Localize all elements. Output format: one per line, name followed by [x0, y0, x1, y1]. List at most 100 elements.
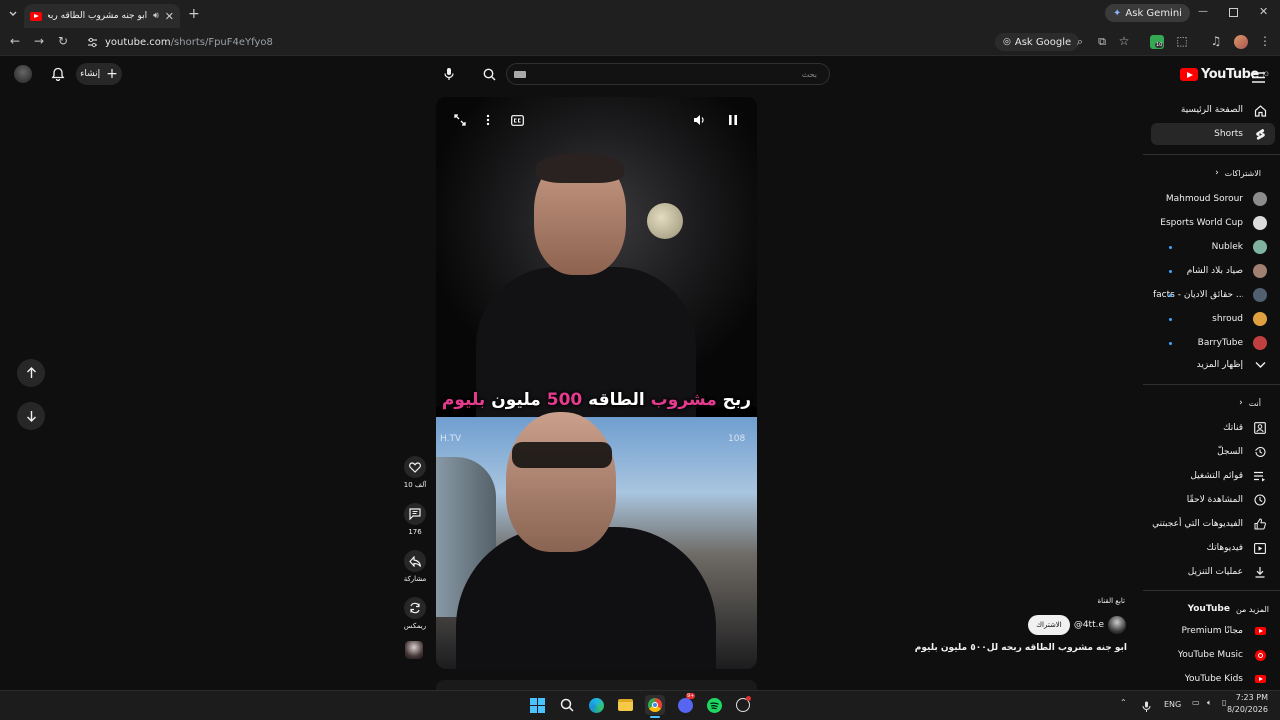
new-tab-icon[interactable]: +: [188, 6, 200, 22]
sidebar-subscription-item[interactable]: facts - حقائق الأديان ...: [1151, 284, 1275, 306]
sidebar-item-label: قوائم التشغيل: [1190, 471, 1243, 481]
sidebar-item-music[interactable]: YouTube Music: [1151, 644, 1275, 666]
sidebar-item-liked[interactable]: الفيديوهات التي أعجبتني: [1151, 513, 1275, 535]
more-options-icon[interactable]: [479, 111, 497, 129]
previous-video-button[interactable]: [17, 359, 45, 387]
you-header[interactable]: › أنت: [1151, 394, 1275, 412]
tray-network-icon[interactable]: ▭: [1192, 698, 1200, 707]
fullscreen-expand-icon[interactable]: [451, 111, 469, 129]
minimize-window-icon[interactable]: —: [1198, 6, 1208, 17]
browser-tab[interactable]: ابو جنه مشروب الطاقه ربحه ل 🔊︎ ✕: [24, 4, 180, 28]
restore-window-icon[interactable]: [1229, 8, 1238, 17]
more-from-youtube-header: المزيد من YouTube: [1151, 600, 1275, 618]
comments-action[interactable]: 176: [400, 503, 430, 536]
voice-search-mic-icon[interactable]: [440, 64, 458, 84]
downloads-icon: [1253, 565, 1267, 579]
bookmark-star-icon[interactable]: ☆: [1116, 34, 1132, 48]
language-indicator[interactable]: ENG: [1164, 700, 1181, 709]
search-input[interactable]: بحث: [506, 63, 830, 85]
speaker-icon[interactable]: 🔊︎: [153, 11, 159, 21]
create-button[interactable]: إنشاء +: [76, 63, 122, 85]
channel-handle[interactable]: @4tt.e: [1072, 620, 1104, 630]
sidebar-item-history[interactable]: السجلّ: [1151, 441, 1275, 463]
url-field[interactable]: youtube.com/shorts/FpuF4eYfyo8: [105, 33, 1005, 51]
notifications-bell-icon[interactable]: [50, 66, 66, 82]
google-meet-extension-icon[interactable]: 10: [1150, 35, 1164, 49]
video-person2-head: [506, 412, 616, 552]
extensions-puzzle-icon[interactable]: ⬚: [1174, 34, 1190, 48]
close-tab-icon[interactable]: ✕: [165, 10, 174, 23]
sidebar-item-label: الفيديوهات التي أعجبتني: [1152, 519, 1243, 529]
channel-avatar[interactable]: [1108, 616, 1126, 634]
sidebar-subscription-item[interactable]: Esports World Cup: [1151, 212, 1275, 234]
install-app-icon[interactable]: ⧉: [1094, 35, 1110, 49]
sidebar-subscription-item[interactable]: BarryTube: [1151, 332, 1275, 354]
share-arrow-icon[interactable]: [404, 550, 426, 572]
sidebar-show-more[interactable]: إظهار المزيد: [1151, 354, 1275, 376]
home-icon: [1253, 103, 1267, 117]
chevron-right-icon: ›: [1215, 168, 1219, 178]
keyboard-icon[interactable]: [514, 71, 526, 78]
pause-icon[interactable]: [724, 111, 742, 129]
like-action[interactable]: 10 آلف: [400, 456, 430, 489]
guide-menu-icon[interactable]: [1252, 68, 1266, 83]
sidebar-subscription-item[interactable]: صياد بلاد الشام: [1151, 260, 1275, 282]
steam-like-app-icon[interactable]: [733, 695, 753, 715]
discord-icon[interactable]: 9+: [675, 693, 696, 715]
sidebar-item-channel[interactable]: قناتك: [1151, 417, 1275, 439]
clock-time[interactable]: 7:23 PM: [1226, 693, 1268, 702]
sidebar-item-your-videos[interactable]: فيديوهاتك: [1151, 537, 1275, 559]
your-videos-icon: [1253, 541, 1267, 555]
share-action[interactable]: مشاركة: [400, 550, 430, 583]
captions-cc-icon[interactable]: [508, 111, 526, 129]
site-info-icon[interactable]: [86, 36, 98, 48]
caption-part: ربح: [716, 390, 752, 410]
zoom-icon[interactable]: ⌕: [1072, 35, 1088, 49]
sidebar-item-downloads[interactable]: عمليات التنزيل: [1151, 561, 1275, 583]
file-explorer-icon[interactable]: [615, 695, 635, 715]
sidebar-subscription-item[interactable]: Nublek: [1151, 236, 1275, 258]
tab-title: ابو جنه مشروب الطاقه ربحه ل: [48, 11, 148, 21]
chrome-browser-icon[interactable]: [645, 695, 665, 715]
video-person-hair: [536, 153, 624, 183]
like-heart-icon[interactable]: [404, 456, 426, 478]
clock-date[interactable]: 8/20/2026: [1222, 705, 1268, 714]
sound-source-avatar[interactable]: [405, 641, 423, 659]
remix-action[interactable]: ريمكس: [400, 597, 430, 630]
sidebar-item-shorts[interactable]: Shorts: [1151, 123, 1275, 145]
tray-overflow-chevron-icon[interactable]: ⌃: [1120, 698, 1127, 707]
search-button[interactable]: [478, 64, 500, 84]
ask-gemini-button[interactable]: ✦ Ask Gemini: [1105, 4, 1190, 22]
close-window-icon[interactable]: ✕: [1259, 5, 1268, 18]
taskbar-search-icon[interactable]: [557, 695, 577, 715]
media-controls-icon[interactable]: ♫: [1208, 34, 1224, 48]
windows-start-icon[interactable]: [527, 695, 547, 715]
sidebar-item-kids[interactable]: YouTube Kids: [1151, 668, 1275, 690]
tab-list-button[interactable]: [6, 7, 20, 21]
tray-volume-icon[interactable]: 🔈︎: [1207, 698, 1212, 708]
user-avatar[interactable]: [14, 65, 32, 83]
sidebar-item-home[interactable]: الصفحة الرئيسية: [1151, 99, 1275, 121]
next-video-button[interactable]: [17, 402, 45, 430]
subscribe-button[interactable]: الاشتراك: [1028, 615, 1070, 635]
volume-icon[interactable]: [690, 111, 708, 129]
sidebar-item-watch-later[interactable]: المشاهدة لاحقًا: [1151, 489, 1275, 511]
browser-menu-icon[interactable]: ⋮: [1257, 34, 1273, 48]
ask-google-button[interactable]: ◎ Ask Google: [995, 33, 1080, 51]
profile-avatar-icon[interactable]: [1234, 35, 1248, 49]
reload-icon[interactable]: ↻: [55, 34, 71, 48]
sidebar-subscription-item[interactable]: shroud: [1151, 308, 1275, 330]
subscriptions-header[interactable]: › الاشتراكات: [1151, 164, 1275, 182]
spotify-icon[interactable]: [704, 695, 724, 715]
shorts-icon: [1253, 127, 1267, 141]
tray-microphone-icon[interactable]: [1142, 698, 1151, 717]
sidebar-item-premium[interactable]: Premium مجانًا: [1151, 620, 1275, 642]
forward-icon[interactable]: →: [31, 34, 47, 48]
shorts-video-player[interactable]: H.TV 108 ربح مشروب الطاقه 500 مليون بليو…: [436, 97, 757, 669]
back-icon[interactable]: ←: [7, 34, 23, 48]
sidebar-item-playlists[interactable]: قوائم التشغيل: [1151, 465, 1275, 487]
edge-browser-icon[interactable]: [586, 695, 606, 715]
remix-icon[interactable]: [404, 597, 426, 619]
sidebar-subscription-item[interactable]: Mahmoud Sorour: [1151, 188, 1275, 210]
comment-icon[interactable]: [404, 503, 426, 525]
